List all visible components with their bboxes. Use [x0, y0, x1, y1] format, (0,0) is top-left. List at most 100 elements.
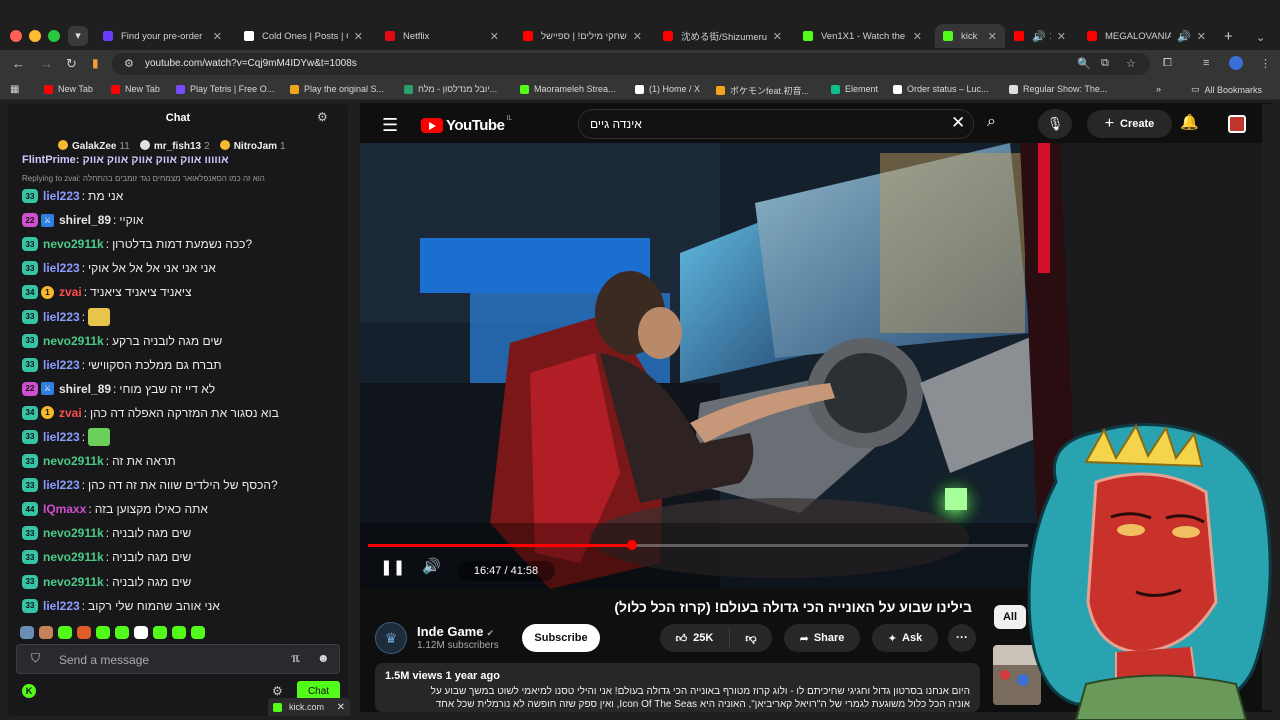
profile-avatar[interactable]: [1229, 56, 1243, 70]
chat-username[interactable]: nevo2911k: [43, 454, 104, 468]
chat-message[interactable]: 33 nevo2911k: ?ככה נשמעת דמות בדלטרון: [22, 232, 342, 256]
media-controls-icon[interactable]: ≡: [1203, 57, 1209, 69]
translate-icon[interactable]: ℼ: [291, 651, 299, 665]
chat-username[interactable]: zvai: [59, 285, 82, 299]
subscribe-button[interactable]: Subscribe: [522, 624, 600, 652]
more-actions-icon[interactable]: ···: [948, 624, 976, 652]
back-button[interactable]: ←: [12, 56, 25, 71]
chat-settings-icon[interactable]: ⚙: [317, 110, 328, 124]
emote-icon[interactable]: [153, 626, 167, 639]
chat-message[interactable]: 33 nevo2911k: שים מגה לובניה: [22, 545, 342, 569]
chat-username[interactable]: liel223: [43, 599, 80, 613]
chat-username[interactable]: zvai: [59, 406, 82, 420]
minimize-window-button[interactable]: [29, 30, 41, 42]
chat-message[interactable]: 34 1 zvai: בוא נסגור את המזרקה האפלה דה כהן: [22, 401, 342, 425]
chat-username[interactable]: shirel_89: [59, 382, 111, 396]
tab-close-icon[interactable]: ✕: [913, 30, 922, 43]
bookmark-item[interactable]: New Tab: [44, 84, 93, 94]
like-button[interactable]: 👍︎ 25K: [660, 628, 730, 648]
browser-tab[interactable]: Netflix ✕: [377, 24, 507, 48]
audio-playing-icon[interactable]: 🔊: [1032, 30, 1046, 43]
tab-close-icon[interactable]: ✕: [633, 30, 642, 43]
chat-username[interactable]: nevo2911k: [43, 334, 104, 348]
chat-message[interactable]: 33 liel223: אני אני אני אל אל אל אוקי: [22, 256, 342, 280]
chat-username[interactable]: liel223: [43, 261, 80, 275]
browser-tab-active[interactable]: kick ✕: [935, 24, 1005, 48]
video-scrubber-handle[interactable]: [627, 540, 637, 550]
emote-icon[interactable]: [39, 626, 53, 639]
hamburger-menu-icon[interactable]: ☰: [382, 115, 398, 136]
new-tab-button[interactable]: +: [1224, 28, 1233, 45]
create-button[interactable]: + Create: [1087, 110, 1172, 138]
kick-popup-tab[interactable]: kick.com ✕: [268, 698, 350, 716]
chat-settings-gear-icon[interactable]: ⚙: [272, 684, 283, 698]
cast-icon[interactable]: ⧉: [1101, 57, 1109, 70]
chat-message[interactable]: 33 liel223:: [22, 425, 342, 449]
volume-icon[interactable]: 🔊: [422, 557, 441, 575]
browser-tab[interactable]: Cold Ones | Posts | C ✕: [236, 24, 371, 48]
tab-close-icon[interactable]: ✕: [1197, 30, 1206, 43]
tab-close-icon[interactable]: ✕: [1057, 30, 1066, 43]
chat-message[interactable]: 33 nevo2911k: שים מגה לובניה: [22, 570, 342, 594]
reload-button[interactable]: ↻: [66, 56, 77, 72]
emote-icon[interactable]: [96, 626, 110, 639]
bookmarks-overflow-icon[interactable]: »: [1156, 84, 1161, 94]
tab-close-icon[interactable]: ✕: [773, 30, 782, 43]
chat-username[interactable]: liel223: [43, 430, 80, 444]
maximize-window-button[interactable]: [48, 30, 60, 42]
bookmark-item[interactable]: ポケモンfeat.初音...: [716, 84, 809, 97]
extensions-icon[interactable]: ⧠: [1163, 57, 1172, 70]
clear-search-icon[interactable]: ✕: [951, 113, 965, 133]
channel-avatar[interactable]: ♛: [375, 622, 407, 654]
chat-message[interactable]: 33 liel223: ?הכסף של הילדים שווה את זה דה …: [22, 473, 342, 497]
dislike-button[interactable]: 👎︎: [730, 632, 772, 645]
browser-menu-icon[interactable]: ⋮: [1260, 57, 1271, 70]
chat-username[interactable]: liel223: [43, 358, 80, 372]
browser-tab[interactable]: 沈める街/Shizumeru ✕: [655, 24, 790, 48]
chat-username[interactable]: nevo2911k: [43, 237, 104, 251]
audio-playing-icon[interactable]: 🔊: [1177, 30, 1191, 43]
bookmark-item[interactable]: Play the original S...: [290, 84, 384, 94]
emote-icon[interactable]: [134, 626, 148, 639]
notifications-bell-icon[interactable]: 🔔: [1180, 113, 1199, 131]
browser-tab[interactable]: משחקי מילים! | ספיישל ✕: [515, 24, 650, 48]
chat-message[interactable]: 33 liel223: תברח גם ממלכת הסקווישי: [22, 353, 342, 377]
gifter[interactable]: mr_fish13 2: [139, 140, 210, 152]
youtube-logo[interactable]: YouTube IL: [421, 115, 512, 134]
chat-message[interactable]: 33 liel223: אני אוהב שהמוח שלי רקוב: [22, 594, 342, 618]
tab-overflow-icon[interactable]: ⌄: [1256, 31, 1265, 44]
channel-name[interactable]: Inde Game ✔: [417, 624, 494, 639]
search-input[interactable]: אינדה גיים: [590, 117, 642, 131]
chat-username[interactable]: nevo2911k: [43, 575, 104, 589]
chat-message[interactable]: 44 IQmaxx: אתה כאילו מקצוען בזה: [22, 497, 342, 521]
bookmark-item[interactable]: יובל מנדלסון - מלח...: [404, 84, 497, 94]
ask-button[interactable]: ✦ Ask: [872, 624, 938, 652]
reading-mode-icon[interactable]: ▮: [92, 56, 99, 70]
emote-icon[interactable]: [172, 626, 186, 639]
chat-username[interactable]: IQmaxx: [43, 502, 86, 516]
chat-message[interactable]: 33 liel223:: [22, 304, 342, 328]
bookmark-item[interactable]: New Tab: [111, 84, 160, 94]
chat-message[interactable]: 33 liel223: אני מת: [22, 184, 342, 208]
gifter[interactable]: GalakZee 11: [58, 140, 130, 152]
emote-icon[interactable]: [77, 626, 91, 639]
tab-close-icon[interactable]: ✕: [213, 30, 222, 43]
site-info-icon[interactable]: ⚙: [124, 57, 134, 70]
browser-tab[interactable]: Ven1X1 - Watch the ✕: [795, 24, 930, 48]
emote-icon[interactable]: [58, 626, 72, 639]
bookmark-item[interactable]: Play Tetris | Free O...: [176, 84, 274, 94]
message-input[interactable]: ⛉ Send a message ℼ ☻: [16, 644, 340, 674]
gifter[interactable]: NitroJam 1: [219, 140, 286, 152]
chat-username[interactable]: nevo2911k: [43, 550, 104, 564]
tab-search-button[interactable]: ▾: [68, 26, 88, 46]
browser-tab[interactable]: Find your pre-order ✕: [95, 24, 230, 48]
bookmark-item[interactable]: (1) Home / X: [635, 84, 700, 94]
chat-username[interactable]: liel223: [43, 310, 80, 324]
browser-tab[interactable]: 🔊ב✕: [1006, 24, 1074, 48]
account-avatar[interactable]: [1228, 115, 1246, 133]
share-button[interactable]: ➦ Share: [784, 624, 860, 652]
bookmark-item[interactable]: Order status – Luc...: [893, 84, 989, 94]
forward-button[interactable]: →: [40, 56, 53, 71]
description-box[interactable]: 1.5M views 1 year ago היום אנחנו בסרטון …: [375, 663, 980, 712]
browser-tab[interactable]: MEGALOVANIA 🔊 ✕: [1079, 24, 1214, 48]
